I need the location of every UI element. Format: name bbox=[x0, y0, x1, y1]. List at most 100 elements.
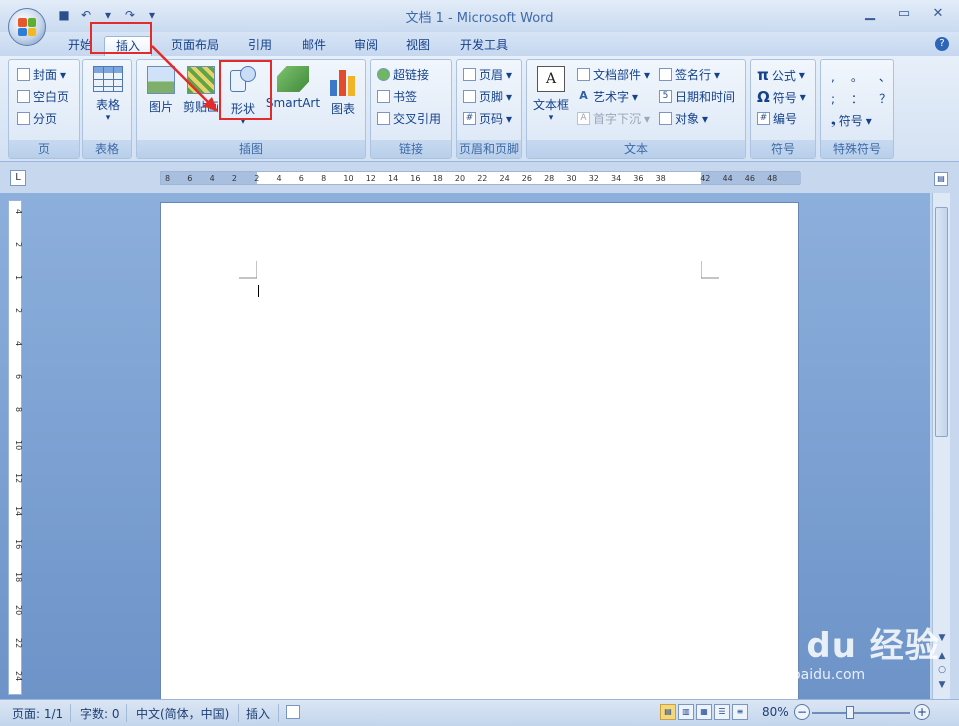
chart-button[interactable]: 图表 bbox=[323, 66, 363, 117]
maximize-button[interactable]: ▭ bbox=[889, 4, 919, 24]
word-count[interactable]: 字数: 0 bbox=[80, 705, 120, 722]
chevron-down-icon: ▾ bbox=[865, 113, 872, 128]
smartart-button[interactable]: SmartArt bbox=[265, 66, 321, 110]
quick-parts-button[interactable]: 文档部件 ▾ bbox=[577, 66, 650, 83]
ruler-tick-label: 4 bbox=[276, 174, 282, 183]
group-symbols: π 公式 ▾ Ω 符号 ▾ # 编号 符号 bbox=[750, 59, 816, 159]
calendar-icon: 5 bbox=[659, 90, 672, 103]
ruler-tick-label: 14 bbox=[388, 174, 399, 183]
crop-mark-right bbox=[701, 261, 719, 279]
group-header-footer: 页眉 ▾ 页脚 ▾ # 页码 ▾ 页眉和页脚 bbox=[456, 59, 522, 159]
scrollbar-thumb[interactable] bbox=[935, 207, 948, 437]
view-ruler-icon[interactable]: ▤ bbox=[934, 172, 948, 186]
horizontal-ruler[interactable]: 8 6 4 2 2 4 6 8 10 12 14 16 18 20 22 24 26 28 30 32 34 36 38 42… bbox=[160, 171, 801, 185]
save-icon[interactable]: ■ bbox=[56, 8, 72, 24]
ruler-tick-label: 48 bbox=[767, 174, 778, 183]
bookmark-button[interactable]: 书签 bbox=[377, 88, 417, 105]
help-icon[interactable]: ? bbox=[935, 37, 949, 51]
numbering-icon: # bbox=[757, 112, 770, 125]
chevron-down-icon: ▾ bbox=[702, 111, 709, 126]
chevron-down-icon: ▾ bbox=[799, 90, 806, 104]
full-screen-reading-icon[interactable]: ▥ bbox=[678, 704, 694, 720]
crop-mark-left bbox=[239, 261, 257, 279]
clip-art-button[interactable]: 剪贴画 bbox=[181, 66, 221, 115]
document-page[interactable] bbox=[160, 202, 799, 702]
tab-page-layout[interactable]: 页面布局 bbox=[166, 36, 224, 56]
zoom-level[interactable]: 80% bbox=[762, 705, 789, 719]
minimize-button[interactable]: ▁ bbox=[855, 4, 885, 24]
page-number-button[interactable]: # 页码 ▾ bbox=[463, 110, 512, 127]
office-button[interactable] bbox=[8, 8, 46, 46]
zoom-slider[interactable] bbox=[812, 712, 910, 714]
ruler-tick-label: 36 bbox=[633, 174, 644, 183]
wordart-button[interactable]: A 艺术字 ▾ bbox=[577, 88, 638, 105]
close-button[interactable]: ✕ bbox=[923, 4, 953, 24]
hyperlink-button[interactable]: 超链接 bbox=[377, 66, 429, 83]
language-indicator[interactable]: 中文(简体，中国) bbox=[136, 705, 229, 722]
cross-reference-button[interactable]: 交叉引用 bbox=[377, 110, 441, 127]
enum-comma-symbol[interactable]: 、 bbox=[879, 68, 891, 85]
group-label-pages: 页 bbox=[9, 140, 79, 158]
equation-button[interactable]: π 公式 ▾ bbox=[757, 66, 805, 84]
colon-symbol[interactable]: ： bbox=[851, 90, 863, 107]
cover-page-button[interactable]: 封面 ▾ bbox=[17, 66, 66, 83]
ruler-tick-label: 18 bbox=[432, 174, 443, 183]
ruler-tick-label: 4 bbox=[209, 174, 215, 183]
insert-mode[interactable]: 插入 bbox=[246, 705, 270, 722]
chevron-down-icon: ▾ bbox=[714, 67, 721, 82]
tab-developer[interactable]: 开发工具 bbox=[452, 36, 516, 56]
numbering-button[interactable]: # 编号 bbox=[757, 110, 797, 127]
ruler-tick-label: 14 bbox=[14, 506, 23, 517]
ruler-tick-label: 10 bbox=[343, 174, 354, 183]
group-special-symbols: , 。 、 ; ： ？ ❟ 符号 ▾ 特殊符号 bbox=[820, 59, 894, 159]
page-break-button[interactable]: 分页 bbox=[17, 110, 57, 127]
blank-page-button[interactable]: 空白页 bbox=[17, 88, 69, 105]
header-button[interactable]: 页眉 ▾ bbox=[463, 66, 512, 83]
period-symbol[interactable]: 。 bbox=[851, 68, 863, 85]
zoom-in-icon[interactable]: + bbox=[914, 704, 930, 720]
signature-line-icon bbox=[659, 68, 672, 81]
draft-icon[interactable]: ≡ bbox=[732, 704, 748, 720]
zoom-out-icon[interactable]: − bbox=[794, 704, 810, 720]
outline-icon[interactable]: ☰ bbox=[714, 704, 730, 720]
chevron-down-icon: ▾ bbox=[506, 111, 513, 126]
vertical-ruler[interactable]: 4 2 1 2 4 6 8 10 12 14 16 18 20 22 24 bbox=[8, 200, 23, 695]
symbol-button[interactable]: Ω 符号 ▾ bbox=[757, 88, 806, 106]
picture-button[interactable]: 图片 bbox=[141, 66, 181, 115]
ruler-tick-label: 44 bbox=[722, 174, 733, 183]
zoom-slider-handle[interactable] bbox=[846, 706, 854, 719]
question-symbol[interactable]: ？ bbox=[879, 90, 891, 107]
semicolon-symbol[interactable]: ; bbox=[831, 92, 835, 106]
ribbon: 封面 ▾ 空白页 分页 页 表格 ▾ 表格 图片 剪贴画 形状 ▾ SmartA… bbox=[0, 56, 959, 162]
macro-record-icon[interactable] bbox=[286, 705, 300, 719]
group-label-header-footer: 页眉和页脚 bbox=[457, 140, 521, 158]
page-number-icon: # bbox=[463, 112, 476, 125]
text-box-button[interactable]: A 文本框 ▾ bbox=[531, 66, 571, 123]
special-symbol-button[interactable]: ❟ 符号 ▾ bbox=[831, 112, 872, 129]
tab-review[interactable]: 审阅 bbox=[346, 36, 386, 56]
wordart-icon: A bbox=[579, 89, 588, 102]
signature-line-button[interactable]: 签名行 ▾ bbox=[659, 66, 720, 83]
table-button[interactable]: 表格 ▾ bbox=[89, 66, 127, 123]
ruler-tick-label: 2 bbox=[14, 242, 23, 248]
print-layout-icon[interactable]: ▤ bbox=[660, 704, 676, 720]
drop-cap-button[interactable]: A 首字下沉 ▾ bbox=[577, 110, 650, 127]
cross-reference-icon bbox=[377, 112, 390, 125]
tab-selector-icon[interactable]: L bbox=[10, 170, 26, 186]
date-time-button[interactable]: 5 日期和时间 bbox=[659, 88, 735, 105]
group-label-text: 文本 bbox=[527, 140, 745, 158]
tab-mailings[interactable]: 邮件 bbox=[294, 36, 334, 56]
ruler-tick-label: 28 bbox=[544, 174, 555, 183]
chevron-down-icon: ▾ bbox=[632, 89, 639, 104]
comma-symbol[interactable]: , bbox=[831, 70, 835, 84]
quick-parts-icon bbox=[577, 68, 590, 81]
tab-view[interactable]: 视图 bbox=[398, 36, 438, 56]
chart-icon bbox=[328, 66, 358, 96]
page-count[interactable]: 页面: 1/1 bbox=[12, 705, 63, 722]
web-layout-icon[interactable]: ▦ bbox=[696, 704, 712, 720]
footer-button[interactable]: 页脚 ▾ bbox=[463, 88, 512, 105]
object-button[interactable]: 对象 ▾ bbox=[659, 110, 708, 127]
tab-references[interactable]: 引用 bbox=[240, 36, 280, 56]
group-text: A 文本框 ▾ 文档部件 ▾ A 艺术字 ▾ A 首字下沉 ▾ 签名行 ▾ 5 日期和时间 对… bbox=[526, 59, 746, 159]
ruler-tick-label: 8 bbox=[321, 174, 327, 183]
